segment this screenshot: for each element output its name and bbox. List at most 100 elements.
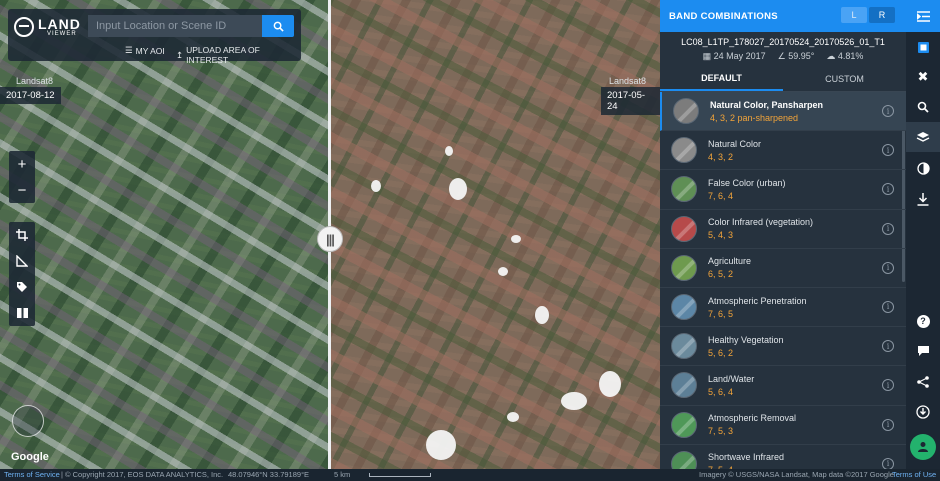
band-combination-item[interactable]: False Color (urban) 7, 6, 4 i — [660, 170, 906, 210]
band-combination-name: Atmospheric Removal — [708, 413, 797, 424]
band-thumbnail — [671, 215, 697, 242]
compass-icon[interactable] — [12, 405, 44, 437]
band-combination-bands: 7, 6, 5 — [708, 308, 734, 319]
upload-aoi-label: UPLOAD AREA OF INTEREST — [186, 45, 260, 65]
band-combination-item[interactable]: Healthy Vegetation 5, 6, 2 i — [660, 327, 906, 367]
info-icon[interactable]: i — [882, 340, 894, 353]
sun-angle-value: 59.95° — [788, 51, 815, 61]
book-tool-button[interactable] — [9, 300, 35, 326]
collapse-panel-button[interactable] — [906, 0, 940, 32]
band-combination-item[interactable]: Color Infrared (vegetation) 5, 4, 3 i — [660, 210, 906, 249]
contrast-button[interactable] — [906, 153, 940, 183]
band-combination-item[interactable]: Shortwave Infrared 7, 5, 4 i — [660, 445, 906, 469]
map-right-scene[interactable] — [331, 0, 660, 469]
map-left-scene[interactable] — [0, 0, 329, 469]
list-icon: ☰ — [125, 45, 133, 55]
band-combination-bands: 5, 6, 2 — [708, 347, 734, 358]
band-combination-item[interactable]: Natural Color 4, 3, 2 i — [660, 131, 906, 171]
cloud — [449, 178, 467, 200]
user-avatar[interactable] — [910, 434, 936, 460]
help-button[interactable]: ? — [906, 306, 940, 336]
landviewer-logo: LAND VIEWER — [14, 14, 84, 40]
panel-header: BAND COMBINATIONS L R — [660, 0, 906, 32]
band-combination-bands: 5, 4, 3 — [708, 230, 734, 241]
info-icon[interactable]: i — [882, 222, 894, 235]
tools-icon: ✖ — [917, 69, 929, 84]
band-combination-item[interactable]: Land/Water 5, 6, 4 i — [660, 366, 906, 406]
globe-icon — [14, 17, 34, 37]
band-combination-item[interactable]: Natural Color, Pansharpen 4, 3, 2 pan-sha… — [660, 92, 906, 132]
google-logo: Google — [11, 451, 49, 463]
info-icon[interactable]: i — [882, 144, 894, 157]
terms-of-service-link[interactable]: Terms of Service — [4, 470, 60, 479]
share-button[interactable] — [906, 367, 940, 397]
rail-search-button[interactable] — [906, 92, 940, 122]
measure-tool-button[interactable] — [9, 248, 35, 274]
download-circle-icon — [916, 405, 930, 419]
zoom-in-button[interactable]: + — [9, 151, 35, 177]
band-thumbnail — [671, 254, 697, 281]
tag-tool-button[interactable] — [9, 274, 35, 300]
cloud-icon: ☁ — [826, 51, 836, 61]
collapse-icon — [916, 10, 930, 22]
install-button[interactable] — [906, 397, 940, 427]
zoom-out-button[interactable]: − — [9, 177, 35, 203]
upload-aoi-link[interactable]: ↥ UPLOAD AREA OF INTEREST — [176, 45, 301, 65]
cloud — [507, 412, 519, 422]
scene-info: LC08_L1TP_178027_20170524_20170526_01_T1… — [660, 32, 906, 66]
right-side-button[interactable]: R — [869, 7, 895, 23]
band-combination-list[interactable]: Natural Color, Pansharpen 4, 3, 2 pan-sha… — [660, 92, 906, 469]
my-aoi-link[interactable]: ☰ MY AOI — [125, 45, 165, 56]
info-icon[interactable]: i — [882, 300, 894, 313]
info-icon[interactable]: i — [882, 379, 894, 392]
info-icon[interactable]: i — [882, 418, 894, 431]
cloud — [561, 392, 587, 410]
band-combination-item[interactable]: Atmospheric Penetration 7, 6, 5 i — [660, 288, 906, 328]
angle-icon: ∠ — [777, 51, 786, 61]
satellite-icon — [917, 41, 929, 53]
imagery-attribution: Imagery © USGS/NASA Landsat, Map data ©2… — [699, 470, 894, 479]
band-combination-name: Shortwave Infrared — [708, 452, 785, 463]
band-combination-name: Land/Water — [708, 373, 755, 384]
info-icon[interactable]: i — [882, 261, 894, 274]
crop-icon — [16, 229, 28, 241]
band-combination-item[interactable]: Agriculture 6, 5, 2 i — [660, 249, 906, 288]
tab-custom[interactable]: CUSTOM — [783, 66, 906, 91]
layers-icon — [916, 131, 930, 142]
layers-button[interactable] — [906, 122, 940, 152]
terms-of-use-link[interactable]: Terms of Use — [892, 470, 936, 479]
left-scene-satellite: Landsat8 — [16, 76, 54, 86]
band-thumbnail — [671, 333, 697, 360]
cloud — [445, 146, 453, 156]
book-icon — [16, 308, 28, 318]
map-viewport[interactable]: ||| LAND VIEWER ☰ MY AOI ↥ UPLOAD AREA O… — [0, 0, 660, 469]
info-icon[interactable]: i — [882, 105, 894, 117]
tools-button[interactable]: ✖ — [906, 62, 940, 92]
crop-tool-button[interactable] — [9, 222, 35, 248]
band-combination-name: Color Infrared (vegetation) — [708, 217, 814, 228]
left-side-button[interactable]: L — [841, 7, 867, 23]
cloud — [426, 430, 456, 460]
search-input[interactable] — [88, 15, 262, 37]
right-scene-date: 2017-05-24 — [601, 87, 660, 115]
info-icon[interactable]: i — [882, 183, 894, 196]
compare-slider-handle[interactable]: ||| — [317, 226, 343, 252]
band-combination-name: Healthy Vegetation — [708, 334, 784, 345]
share-icon — [917, 376, 929, 388]
search-button[interactable] — [262, 15, 294, 37]
left-scene-date: 2017-08-12 — [0, 87, 61, 104]
download-button[interactable] — [906, 184, 940, 214]
band-combination-item[interactable]: Atmospheric Removal 7, 5, 3 i — [660, 406, 906, 445]
info-icon[interactable]: i — [882, 457, 894, 469]
band-combination-bands: 7, 6, 4 — [708, 190, 734, 201]
calendar-icon: ▦ — [702, 51, 712, 61]
search-icon — [273, 21, 284, 32]
coordinates-readout: 48.07946°N 33.79189°E — [228, 470, 310, 479]
band-combination-name: Agriculture — [708, 256, 752, 267]
band-thumbnail — [671, 411, 697, 438]
sentinel-tool-button[interactable] — [906, 32, 940, 62]
scene-date-value: 24 May 2017 — [713, 51, 766, 61]
chat-button[interactable] — [906, 336, 940, 366]
tab-default[interactable]: DEFAULT — [660, 66, 783, 91]
zoom-controls: + − — [9, 151, 35, 203]
